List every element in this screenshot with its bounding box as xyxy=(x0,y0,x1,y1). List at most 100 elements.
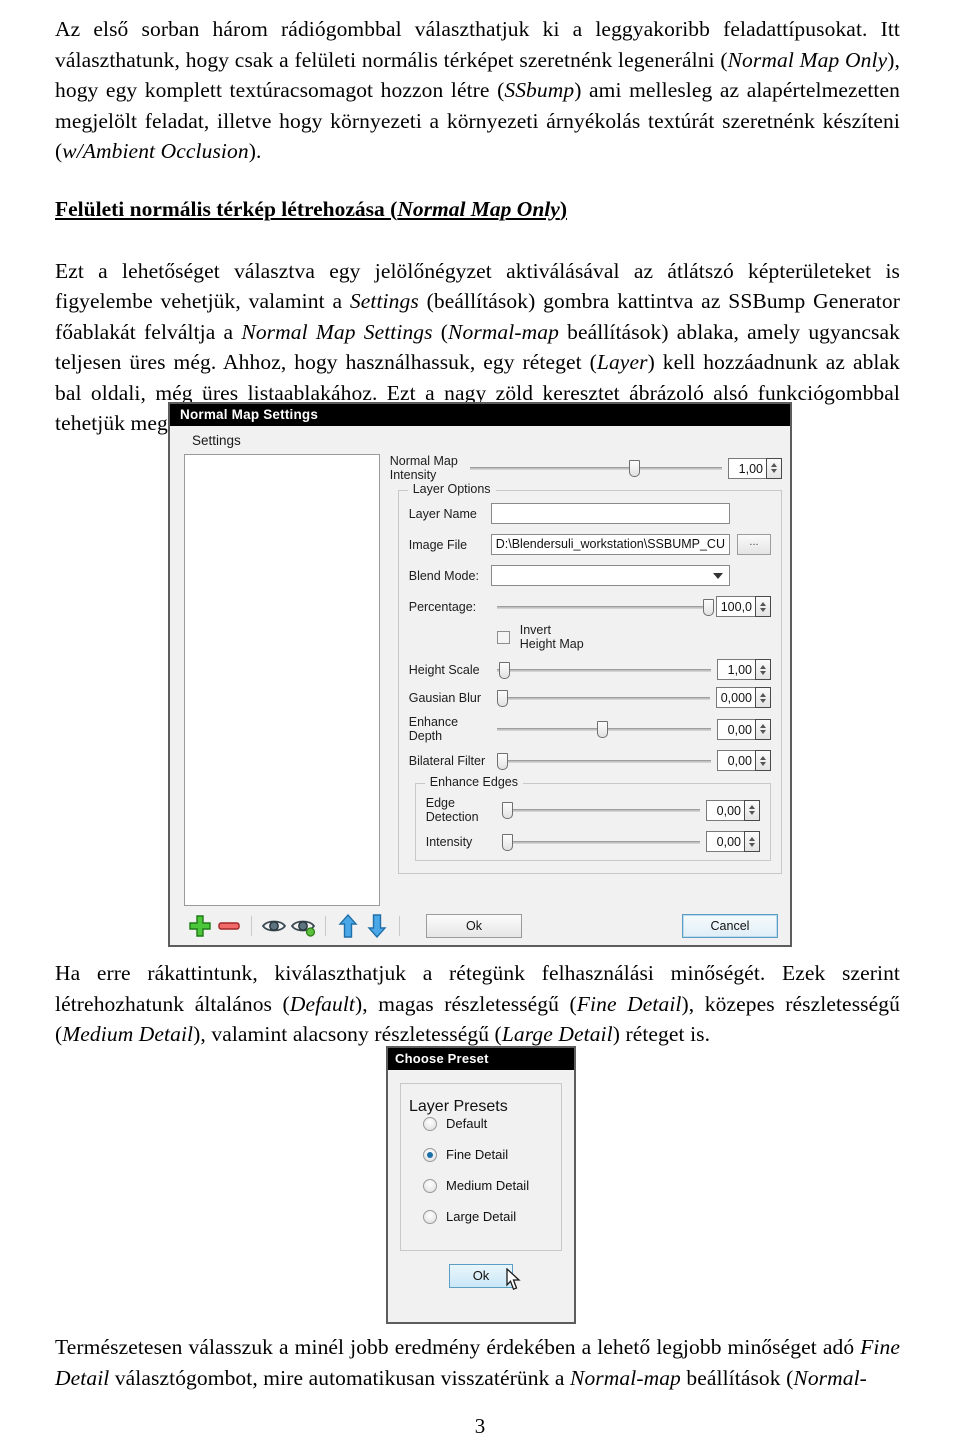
spinner-up-icon[interactable] xyxy=(760,664,766,669)
spinner-value[interactable]: 1,00 xyxy=(728,457,766,479)
spinner-value[interactable]: 1,00 xyxy=(717,659,755,680)
eye-settings-icon[interactable] xyxy=(290,913,316,939)
spinner-up-icon[interactable] xyxy=(760,755,766,760)
slider-track xyxy=(496,668,711,672)
layer-list-box[interactable] xyxy=(184,454,380,906)
spinner-up-icon[interactable] xyxy=(771,463,777,467)
radio-icon-selected[interactable] xyxy=(423,1147,437,1162)
preset-option-default[interactable]: Default xyxy=(423,1116,553,1131)
gausian-blur-slider[interactable] xyxy=(496,689,710,707)
spinner-down-icon[interactable] xyxy=(760,698,766,703)
browse-button[interactable]: ... xyxy=(737,534,771,555)
blend-mode-select[interactable] xyxy=(490,565,730,586)
radio-icon[interactable] xyxy=(423,1209,437,1224)
normal-map-intensity-spinner[interactable]: 1,00 xyxy=(728,457,782,479)
spinner-down-icon[interactable] xyxy=(760,607,766,612)
percentage-spinner[interactable]: 100,0 xyxy=(715,596,771,617)
preset-option-fine-detail[interactable]: Fine Detail xyxy=(423,1147,553,1162)
spinner-value[interactable]: 0,00 xyxy=(706,799,744,821)
slider-thumb[interactable] xyxy=(496,752,508,770)
spinner-arrows[interactable] xyxy=(744,799,760,821)
gausian-blur-spinner[interactable]: 0,000 xyxy=(715,687,771,708)
slider-thumb[interactable] xyxy=(498,661,510,679)
spinner-value[interactable]: 0,000 xyxy=(715,687,755,708)
slider-thumb[interactable] xyxy=(703,598,715,616)
bilateral-filter-spinner[interactable]: 0,00 xyxy=(717,750,771,771)
spinner-value[interactable]: 0,00 xyxy=(717,750,755,771)
choose-preset-title-bar: Choose Preset xyxy=(388,1048,574,1070)
ok-button[interactable]: Ok xyxy=(426,914,522,938)
radio-icon[interactable] xyxy=(423,1178,437,1193)
spinner-up-icon[interactable] xyxy=(760,692,766,697)
image-file-input[interactable]: D:\Blendersuli_workstation\SSBUMP_CU xyxy=(490,534,730,555)
edge-intensity-slider[interactable] xyxy=(501,833,700,851)
slider-thumb[interactable] xyxy=(501,802,513,819)
paragraph-1: Az első sorban három rádiógombbal válasz… xyxy=(55,14,900,167)
cancel-button[interactable]: Cancel xyxy=(682,914,778,938)
spinner-arrows[interactable] xyxy=(766,457,782,479)
spinner-arrows[interactable] xyxy=(755,659,771,680)
enhance-depth-slider[interactable] xyxy=(496,720,711,738)
spinner-down-icon[interactable] xyxy=(749,811,755,815)
bilateral-filter-label: Bilateral Filter xyxy=(408,753,486,768)
spinner-value[interactable]: 100,0 xyxy=(715,596,755,617)
spinner-down-icon[interactable] xyxy=(771,469,777,473)
bilateral-filter-row: Bilateral Filter 0,00 xyxy=(409,750,771,771)
normal-map-intensity-slider[interactable] xyxy=(469,459,722,477)
edge-detection-spinner[interactable]: 0,00 xyxy=(706,799,760,821)
spinner-arrows[interactable] xyxy=(755,750,771,771)
layer-presets-group: Layer Presets Default Fine Detail Medium… xyxy=(400,1083,562,1251)
blue-arrow-down-icon[interactable] xyxy=(364,913,390,939)
height-scale-label: Height Scale xyxy=(408,662,480,677)
spinner-down-icon[interactable] xyxy=(749,842,755,847)
spinner-arrows[interactable] xyxy=(755,718,771,740)
para1-italic-normal-map-only: Normal Map Only xyxy=(727,47,888,72)
settings-tab[interactable]: Settings xyxy=(170,426,790,454)
paragraph-4: Természetesen válasszuk a minél jobb ere… xyxy=(55,1332,900,1393)
settings-panel: Normal Map Intensity 1,00 Layer Options xyxy=(390,454,782,906)
radio-icon[interactable] xyxy=(423,1116,437,1131)
dialog-main-area: Normal Map Intensity 1,00 Layer Options xyxy=(170,454,790,906)
blue-arrow-up-icon[interactable] xyxy=(335,913,361,939)
enhance-depth-spinner[interactable]: 0,00 xyxy=(717,718,771,740)
slider-track xyxy=(501,840,700,844)
spinner-arrows[interactable] xyxy=(755,596,771,617)
invert-height-map-checkbox[interactable] xyxy=(496,630,510,644)
slider-track xyxy=(469,467,722,470)
para1-italic-ssbump: SSbump xyxy=(504,78,575,102)
slider-thumb[interactable] xyxy=(501,833,513,851)
percentage-slider[interactable] xyxy=(496,598,715,616)
height-scale-slider[interactable] xyxy=(496,661,711,679)
edge-detection-slider[interactable] xyxy=(501,801,700,819)
spinner-down-icon[interactable] xyxy=(760,730,766,734)
edge-intensity-spinner[interactable]: 0,00 xyxy=(706,831,760,852)
paragraph-3: Ha erre rákattintunk, kiválaszthatjuk a … xyxy=(55,958,900,1050)
green-plus-icon[interactable] xyxy=(187,913,213,939)
spinner-arrows[interactable] xyxy=(744,831,760,852)
spinner-up-icon[interactable] xyxy=(749,836,755,841)
blend-mode-row: Blend Mode: xyxy=(409,565,771,586)
spinner-up-icon[interactable] xyxy=(760,724,766,728)
slider-thumb[interactable] xyxy=(597,721,609,738)
preset-option-large-detail[interactable]: Large Detail xyxy=(423,1209,553,1224)
spinner-up-icon[interactable] xyxy=(749,805,755,809)
spinner-down-icon[interactable] xyxy=(760,761,766,766)
bilateral-filter-slider[interactable] xyxy=(496,752,711,770)
layer-name-input[interactable] xyxy=(490,503,730,524)
spinner-up-icon[interactable] xyxy=(760,601,766,606)
choose-preset-title-text: Choose Preset xyxy=(395,1051,489,1066)
spinner-value[interactable]: 0,00 xyxy=(706,831,744,852)
height-scale-spinner[interactable]: 1,00 xyxy=(717,659,771,680)
eye-icon[interactable] xyxy=(261,913,287,939)
image-file-label: Image File xyxy=(408,537,468,552)
slider-thumb[interactable] xyxy=(496,689,508,707)
chevron-down-icon[interactable] xyxy=(713,572,723,579)
spinner-value[interactable]: 0,00 xyxy=(717,718,755,740)
spinner-down-icon[interactable] xyxy=(760,670,766,675)
preset-option-medium-detail[interactable]: Medium Detail xyxy=(423,1178,553,1193)
layer-name-row: Layer Name xyxy=(409,503,771,524)
red-minus-icon[interactable] xyxy=(216,913,242,939)
spinner-arrows[interactable] xyxy=(755,687,771,708)
slider-thumb[interactable] xyxy=(628,460,640,477)
choose-preset-ok-button[interactable]: Ok xyxy=(449,1264,513,1288)
